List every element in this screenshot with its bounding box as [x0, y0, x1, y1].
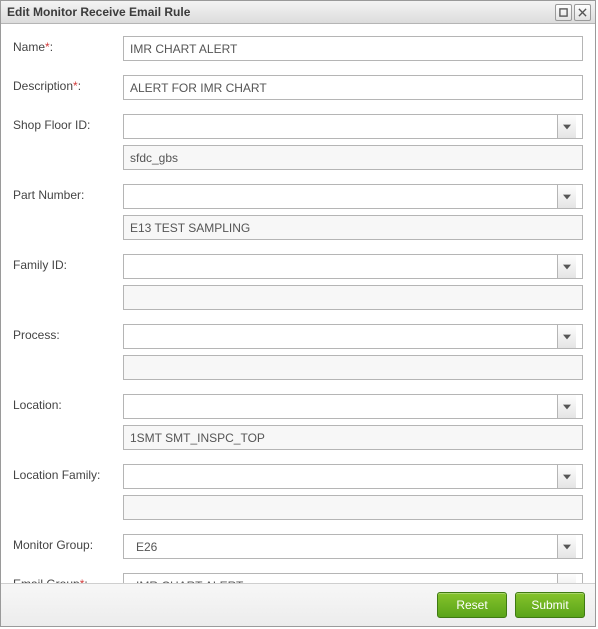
titlebar: Edit Monitor Receive Email Rule — [1, 1, 595, 24]
label-part-number: Part Number: — [13, 184, 123, 240]
reset-button[interactable]: Reset — [437, 592, 507, 618]
label-description: Description*: — [13, 75, 123, 100]
chevron-down-icon — [563, 404, 571, 410]
field-name — [123, 36, 583, 61]
monitor-group-select[interactable] — [123, 534, 583, 559]
location-display: 1SMT SMT_INSPC_TOP — [123, 425, 583, 450]
location-family-select-input[interactable] — [130, 465, 557, 488]
shop-floor-id-select-input[interactable] — [130, 115, 557, 138]
location-select[interactable] — [123, 394, 583, 419]
label-family-id: Family ID: — [13, 254, 123, 310]
label-location-family: Location Family: — [13, 464, 123, 520]
field-shop-floor-id: sfdc_gbs — [123, 114, 583, 170]
location-family-display — [123, 495, 583, 520]
email-group-select-input[interactable] — [130, 574, 557, 583]
label-location: Location: — [13, 394, 123, 450]
window-title: Edit Monitor Receive Email Rule — [7, 5, 555, 19]
part-number-select[interactable] — [123, 184, 583, 209]
field-location: 1SMT SMT_INSPC_TOP — [123, 394, 583, 450]
name-input[interactable] — [123, 36, 583, 61]
row-shop-floor-id: Shop Floor ID: sfdc_gbs — [13, 114, 583, 170]
maximize-icon — [559, 8, 568, 17]
form-content: Name*: Description*: Shop Floor ID: — [1, 24, 595, 583]
row-email-group: Email Group*: — [13, 573, 583, 583]
chevron-down-icon — [563, 474, 571, 480]
location-select-trigger[interactable] — [557, 395, 576, 418]
row-part-number: Part Number: E13 TEST SAMPLING — [13, 184, 583, 240]
colon: : — [78, 79, 81, 93]
process-select-trigger[interactable] — [557, 325, 576, 348]
row-location: Location: 1SMT SMT_INSPC_TOP — [13, 394, 583, 450]
process-display — [123, 355, 583, 380]
location-family-select[interactable] — [123, 464, 583, 489]
monitor-group-select-trigger[interactable] — [557, 535, 576, 558]
location-select-input[interactable] — [130, 395, 557, 418]
label-description-text: Description — [13, 79, 73, 93]
shop-floor-id-select[interactable] — [123, 114, 583, 139]
chevron-down-icon — [563, 334, 571, 340]
email-group-select[interactable] — [123, 573, 583, 583]
colon: : — [50, 40, 53, 54]
submit-button[interactable]: Submit — [515, 592, 585, 618]
close-button[interactable] — [574, 4, 591, 21]
maximize-button[interactable] — [555, 4, 572, 21]
chevron-down-icon — [563, 264, 571, 270]
chevron-down-icon — [563, 583, 571, 584]
family-id-display — [123, 285, 583, 310]
chevron-down-icon — [563, 124, 571, 130]
label-monitor-group: Monitor Group: — [13, 534, 123, 559]
label-shop-floor-id: Shop Floor ID: — [13, 114, 123, 170]
label-name-text: Name — [13, 40, 45, 54]
chevron-down-icon — [563, 194, 571, 200]
family-id-select-trigger[interactable] — [557, 255, 576, 278]
row-location-family: Location Family: — [13, 464, 583, 520]
shop-floor-id-select-trigger[interactable] — [557, 115, 576, 138]
field-email-group — [123, 573, 583, 583]
row-monitor-group: Monitor Group: — [13, 534, 583, 559]
part-number-select-input[interactable] — [130, 185, 557, 208]
description-input[interactable] — [123, 75, 583, 100]
close-icon — [578, 8, 587, 17]
row-family-id: Family ID: — [13, 254, 583, 310]
label-process: Process: — [13, 324, 123, 380]
location-family-select-trigger[interactable] — [557, 465, 576, 488]
field-monitor-group — [123, 534, 583, 559]
label-email-group: Email Group*: — [13, 573, 123, 583]
part-number-display: E13 TEST SAMPLING — [123, 215, 583, 240]
field-process — [123, 324, 583, 380]
part-number-select-trigger[interactable] — [557, 185, 576, 208]
shop-floor-id-display: sfdc_gbs — [123, 145, 583, 170]
row-description: Description*: — [13, 75, 583, 100]
email-group-select-trigger[interactable] — [557, 574, 576, 583]
process-select[interactable] — [123, 324, 583, 349]
dialog-window: Edit Monitor Receive Email Rule Name*: D… — [0, 0, 596, 627]
field-description — [123, 75, 583, 100]
process-select-input[interactable] — [130, 325, 557, 348]
row-process: Process: — [13, 324, 583, 380]
field-part-number: E13 TEST SAMPLING — [123, 184, 583, 240]
label-name: Name*: — [13, 36, 123, 61]
field-location-family — [123, 464, 583, 520]
field-family-id — [123, 254, 583, 310]
window-controls — [555, 4, 591, 21]
monitor-group-select-input[interactable] — [130, 535, 557, 558]
family-id-select-input[interactable] — [130, 255, 557, 278]
family-id-select[interactable] — [123, 254, 583, 279]
footer-toolbar: Reset Submit — [1, 583, 595, 626]
row-name: Name*: — [13, 36, 583, 61]
chevron-down-icon — [563, 544, 571, 550]
